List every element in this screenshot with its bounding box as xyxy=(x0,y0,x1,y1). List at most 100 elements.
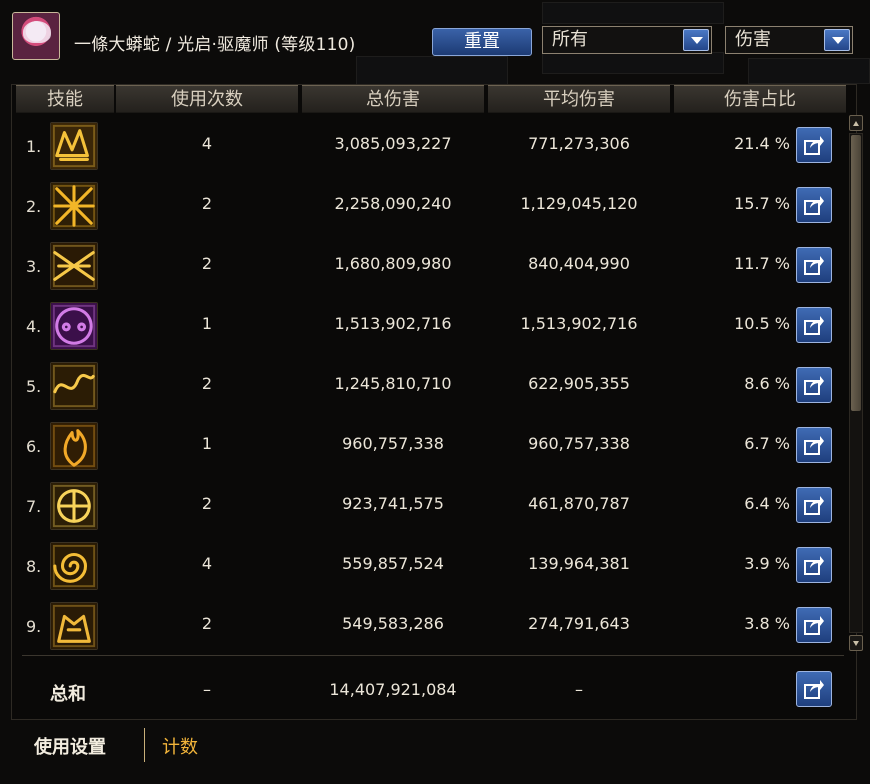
share-icon xyxy=(804,316,824,335)
column-header-total-damage[interactable]: 总伤害 xyxy=(302,85,484,113)
scope-dropdown-value: 所有 xyxy=(552,29,588,50)
row-total-damage: 549,583,286 xyxy=(342,614,444,633)
row-uses: 2 xyxy=(201,614,213,633)
row-uses: 1 xyxy=(201,434,213,453)
table-scrollbar[interactable] xyxy=(849,115,863,651)
table-row: 2. 2 2,258,090,240 1,129,045,120 15.7 % xyxy=(12,175,846,235)
row-uses: 4 xyxy=(201,134,213,153)
row-uses: 1 xyxy=(201,314,213,333)
row-average-damage: 960,757,338 xyxy=(528,434,630,453)
row-average-damage: 840,404,990 xyxy=(528,254,630,273)
share-icon xyxy=(804,376,824,395)
row-total-damage: 960,757,338 xyxy=(342,434,444,453)
row-rank: 1. xyxy=(26,137,42,156)
row-total-damage: 1,513,902,716 xyxy=(334,314,452,333)
divider xyxy=(22,655,844,656)
summary-average-damage: – xyxy=(575,680,583,699)
share-icon xyxy=(804,556,824,575)
scroll-down-button[interactable] xyxy=(849,635,863,651)
row-uses: 2 xyxy=(201,494,213,513)
share-button[interactable] xyxy=(796,547,832,583)
gold-weapon-skill-icon xyxy=(50,242,98,290)
row-total-damage: 3,085,093,227 xyxy=(334,134,452,153)
reset-button[interactable]: 重置 xyxy=(432,28,532,56)
table-row: 1. 4 3,085,093,227 771,273,306 21.4 % xyxy=(12,115,846,175)
scroll-up-button[interactable] xyxy=(849,115,863,131)
row-average-damage: 461,870,787 xyxy=(528,494,630,513)
row-damage-share: 15.7 % xyxy=(734,194,790,213)
character-name: 一條大蟒蛇 / 光启·驱魔师 (等级110) xyxy=(74,35,356,55)
row-average-damage: 274,791,643 xyxy=(528,614,630,633)
row-damage-share: 3.8 % xyxy=(744,614,790,633)
gold-beast-skill-icon xyxy=(50,602,98,650)
row-average-damage: 1,129,045,120 xyxy=(520,194,638,213)
row-rank: 6. xyxy=(26,437,42,456)
gold-spiral-skill-icon xyxy=(50,542,98,590)
row-total-damage: 1,680,809,980 xyxy=(334,254,452,273)
gold-orb-skill-icon xyxy=(50,482,98,530)
share-button[interactable] xyxy=(796,487,832,523)
row-damage-share: 10.5 % xyxy=(734,314,790,333)
share-icon xyxy=(804,196,824,215)
character-avatar xyxy=(12,12,60,60)
chevron-down-icon[interactable] xyxy=(824,29,850,51)
row-average-damage: 622,905,355 xyxy=(528,374,630,393)
row-uses: 2 xyxy=(201,194,213,213)
gold-wave-skill-icon xyxy=(50,362,98,410)
share-button[interactable] xyxy=(796,367,832,403)
share-button[interactable] xyxy=(796,127,832,163)
column-header-damage-share[interactable]: 伤害占比 xyxy=(674,85,846,113)
share-button[interactable] xyxy=(796,671,832,707)
column-header-uses[interactable]: 使用次数 xyxy=(116,85,298,113)
share-button[interactable] xyxy=(796,607,832,643)
row-uses: 4 xyxy=(201,554,213,573)
gold-flame-skill-icon xyxy=(50,422,98,470)
row-uses: 2 xyxy=(201,254,213,273)
summary-label: 总和 xyxy=(50,684,86,705)
table-row: 6. 1 960,757,338 960,757,338 6.7 % xyxy=(12,415,846,475)
share-button[interactable] xyxy=(796,307,832,343)
column-header-skill[interactable]: 技能 xyxy=(16,85,114,113)
share-button[interactable] xyxy=(796,187,832,223)
row-total-damage: 923,741,575 xyxy=(342,494,444,513)
table-row: 7. 2 923,741,575 461,870,787 6.4 % xyxy=(12,475,846,535)
row-uses: 2 xyxy=(201,374,213,393)
row-average-damage: 139,964,381 xyxy=(528,554,630,573)
column-header-average-damage[interactable]: 平均伤害 xyxy=(488,85,670,113)
scroll-track[interactable] xyxy=(849,133,863,633)
row-damage-share: 21.4 % xyxy=(734,134,790,153)
row-rank: 9. xyxy=(26,617,42,636)
scroll-thumb[interactable] xyxy=(851,135,861,411)
scope-dropdown[interactable]: 所有 xyxy=(542,26,712,54)
row-average-damage: 771,273,306 xyxy=(528,134,630,153)
row-rank: 7. xyxy=(26,497,42,516)
row-rank: 4. xyxy=(26,317,42,336)
share-icon xyxy=(804,496,824,515)
metric-dropdown-value: 伤害 xyxy=(735,29,771,50)
chevron-down-icon[interactable] xyxy=(683,29,709,51)
share-button[interactable] xyxy=(796,247,832,283)
gold-lattice-skill-icon xyxy=(50,182,98,230)
share-icon xyxy=(804,680,824,699)
row-damage-share: 6.7 % xyxy=(744,434,790,453)
share-button[interactable] xyxy=(796,427,832,463)
share-icon xyxy=(804,436,824,455)
summary-row: 总和 – 14,407,921,084 – xyxy=(12,661,846,717)
row-total-damage: 1,245,810,710 xyxy=(334,374,452,393)
summary-total-damage: 14,407,921,084 xyxy=(329,680,457,699)
share-icon xyxy=(804,136,824,155)
row-damage-share: 11.7 % xyxy=(734,254,790,273)
tab-use-settings[interactable]: 使用设置 xyxy=(34,733,106,759)
table-row: 9. 2 549,583,286 274,791,643 3.8 % xyxy=(12,595,846,655)
background-panel xyxy=(748,58,870,84)
row-damage-share: 8.6 % xyxy=(744,374,790,393)
metric-dropdown[interactable]: 伤害 xyxy=(725,26,853,54)
tab-divider xyxy=(144,728,145,762)
row-damage-share: 6.4 % xyxy=(744,494,790,513)
table-row: 4. 1 1,513,902,716 1,513,902,716 10.5 % xyxy=(12,295,846,355)
tab-count[interactable]: 计数 xyxy=(162,733,198,759)
share-icon xyxy=(804,616,824,635)
table-row: 3. 2 1,680,809,980 840,404,990 11.7 % xyxy=(12,235,846,295)
row-rank: 5. xyxy=(26,377,42,396)
row-rank: 2. xyxy=(26,197,42,216)
